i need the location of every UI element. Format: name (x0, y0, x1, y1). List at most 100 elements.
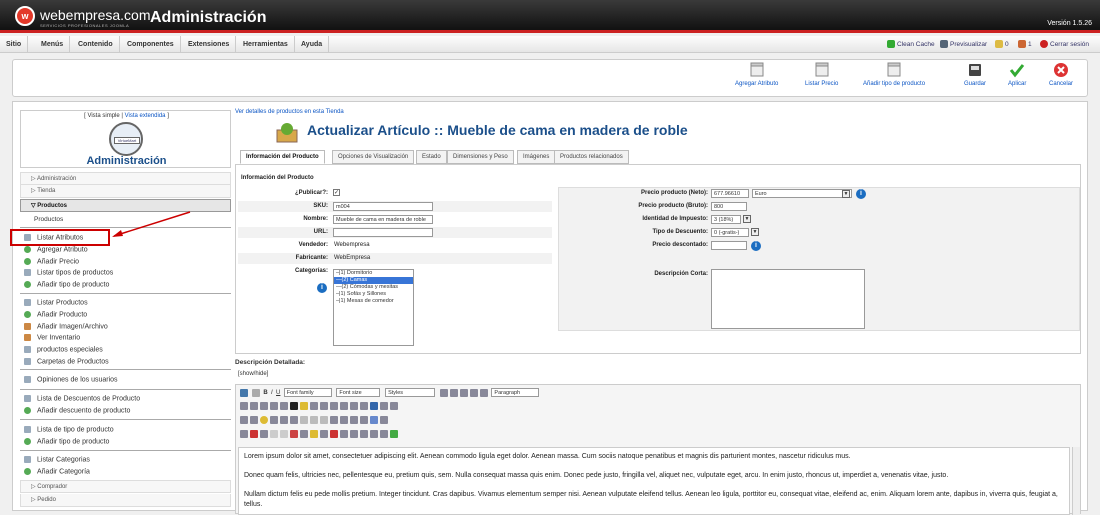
link-carpetas-productos[interactable]: Carpetas de Productos (24, 358, 109, 365)
menu-herramientas[interactable]: Herramientas (237, 36, 295, 53)
cancel-button[interactable]: Cancelar (1049, 62, 1073, 87)
preview-link[interactable]: Previsualizar (940, 36, 987, 53)
omega-icon[interactable] (380, 416, 388, 424)
align-right-icon[interactable] (469, 388, 478, 397)
menu-menus[interactable]: Menús (35, 36, 71, 53)
strikethrough-icon[interactable] (439, 388, 448, 397)
spellcheck-icon[interactable] (330, 430, 338, 438)
link-listar-tipos[interactable]: Listar tipos de productos (24, 269, 113, 276)
undo-icon[interactable] (330, 402, 338, 410)
font-family-select[interactable]: Font family (283, 388, 332, 397)
menu-contenido[interactable]: Contenido (72, 36, 120, 53)
link-listar-categorias[interactable]: Listar Categorias (24, 456, 90, 463)
logout-link[interactable]: Cerrar sesión (1040, 36, 1089, 53)
justify-icon[interactable] (479, 388, 488, 397)
emoticon-icon[interactable] (260, 416, 268, 424)
superscript-icon[interactable] (360, 416, 368, 424)
highlight-icon[interactable] (300, 402, 308, 410)
abbr-icon[interactable] (240, 430, 248, 438)
net-price-input[interactable]: 677.96610 (711, 189, 749, 198)
name-input[interactable]: Mueble de cama en madera de roble (333, 215, 433, 224)
align-center-icon[interactable] (459, 388, 468, 397)
outdent-icon[interactable] (320, 402, 328, 410)
del-icon[interactable] (290, 430, 298, 438)
save-icon[interactable] (390, 430, 398, 438)
url-input[interactable] (333, 228, 433, 237)
info-icon[interactable]: i (317, 283, 327, 293)
ins-icon[interactable] (300, 430, 308, 438)
number-list-icon[interactable] (360, 402, 368, 410)
tab-imagenes[interactable]: Imágenes (517, 150, 556, 164)
pilcrow-icon[interactable] (260, 430, 268, 438)
link-icon[interactable] (380, 402, 388, 410)
chevron-down-icon[interactable]: ▼ (743, 215, 751, 223)
breadcrumb[interactable]: Ver detalles de productos en esta Tienda (235, 109, 344, 115)
new-doc-icon[interactable] (251, 388, 260, 397)
copy-icon[interactable] (250, 402, 258, 410)
link-productos-especiales[interactable]: productos especiales (24, 346, 103, 353)
table-col-icon[interactable] (310, 416, 318, 424)
tab-dimensiones[interactable]: Dimensiones y Peso (447, 150, 514, 164)
section-tienda[interactable]: ▷ Tienda (20, 185, 231, 198)
image-icon[interactable] (280, 416, 288, 424)
link-anadir-descuento[interactable]: Añadir descuento de producto (24, 407, 130, 414)
section-comprador[interactable]: ▷ Comprador (20, 480, 231, 493)
tab-visualizacion[interactable]: Opciones de Visualización (332, 150, 415, 164)
rtl-icon[interactable] (250, 416, 258, 424)
discount-type-select[interactable]: 0 (-gratis-) (711, 228, 749, 237)
link-anadir-categoria[interactable]: Añadir Categoría (24, 468, 90, 475)
sku-input[interactable]: m004 (333, 202, 433, 211)
table-icon[interactable] (290, 416, 298, 424)
menu-extensiones[interactable]: Extensiones (182, 36, 237, 53)
editor-scrollbar[interactable] (1072, 447, 1080, 515)
info-icon[interactable]: i (751, 241, 761, 251)
hr-icon[interactable] (330, 416, 338, 424)
tab-relacionados[interactable]: Productos relacionados (554, 150, 629, 164)
bullet-list-icon[interactable] (350, 402, 358, 410)
menu-sitio[interactable]: Sitio (0, 36, 29, 53)
link-lista-descuentos[interactable]: Lista de Descuentos de Producto (24, 395, 140, 402)
extended-view-link[interactable]: Vista extendida (125, 113, 166, 119)
replace-icon[interactable] (280, 402, 288, 410)
add-product-type-button[interactable]: Añadir tipo de producto (863, 62, 925, 87)
gross-price-input[interactable]: 800 (711, 202, 747, 211)
ltr-icon[interactable] (240, 416, 248, 424)
price-list-button[interactable]: Listar Precio (805, 62, 838, 87)
link-anadir-imagen[interactable]: Añadir Imagen/Archivo (24, 323, 108, 330)
link-anadir-tipo[interactable]: Añadir tipo de producto (24, 281, 109, 288)
subscript-icon[interactable] (350, 416, 358, 424)
redo-icon[interactable] (340, 402, 348, 410)
show-hide-toggle[interactable]: [show/hide] (238, 371, 268, 377)
merge-cells-icon[interactable] (320, 416, 328, 424)
clean-cache-link[interactable]: Clean Cache (887, 36, 935, 53)
link-anadir-tipo-producto[interactable]: Añadir tipo de producto (24, 438, 109, 445)
apply-button[interactable]: Aplicar (1008, 62, 1026, 87)
chevron-down-icon[interactable]: ▼ (751, 228, 759, 236)
acronym-icon[interactable] (280, 430, 288, 438)
underline-icon[interactable]: U (276, 390, 280, 396)
paste-icon[interactable] (260, 402, 268, 410)
find-icon[interactable] (270, 402, 278, 410)
currency-select[interactable]: Euro (752, 189, 852, 198)
styles-select[interactable]: Styles (385, 388, 436, 397)
menu-ayuda[interactable]: Ayuda (295, 36, 330, 53)
discounted-price-input[interactable] (711, 241, 747, 250)
short-desc-textarea[interactable] (711, 269, 865, 329)
bold-icon[interactable]: B (263, 390, 267, 396)
template-icon[interactable] (320, 430, 328, 438)
link-listar-productos[interactable]: Listar Productos (24, 299, 88, 306)
section-pedido[interactable]: ▷ Pedido (20, 494, 231, 507)
paragraph-select[interactable]: Paragraph (491, 388, 540, 397)
anchor-icon[interactable] (370, 402, 378, 410)
link-anadir-precio[interactable]: Añadir Precio (24, 258, 79, 265)
html-icon[interactable] (250, 430, 258, 438)
chevron-down-icon[interactable]: ▼ (842, 190, 850, 198)
attribs-icon[interactable] (310, 430, 318, 438)
print-icon[interactable] (380, 430, 388, 438)
tab-informacion[interactable]: Información del Producto (240, 150, 325, 164)
tax-select[interactable]: 3 (18%) (711, 215, 741, 224)
fullscreen-icon[interactable] (360, 430, 368, 438)
link-agregar-atributo[interactable]: Agregar Atributo (24, 246, 88, 253)
menu-componentes[interactable]: Componentes (121, 36, 181, 53)
link-lista-tipo-producto[interactable]: Lista de tipo de producto (24, 426, 114, 433)
